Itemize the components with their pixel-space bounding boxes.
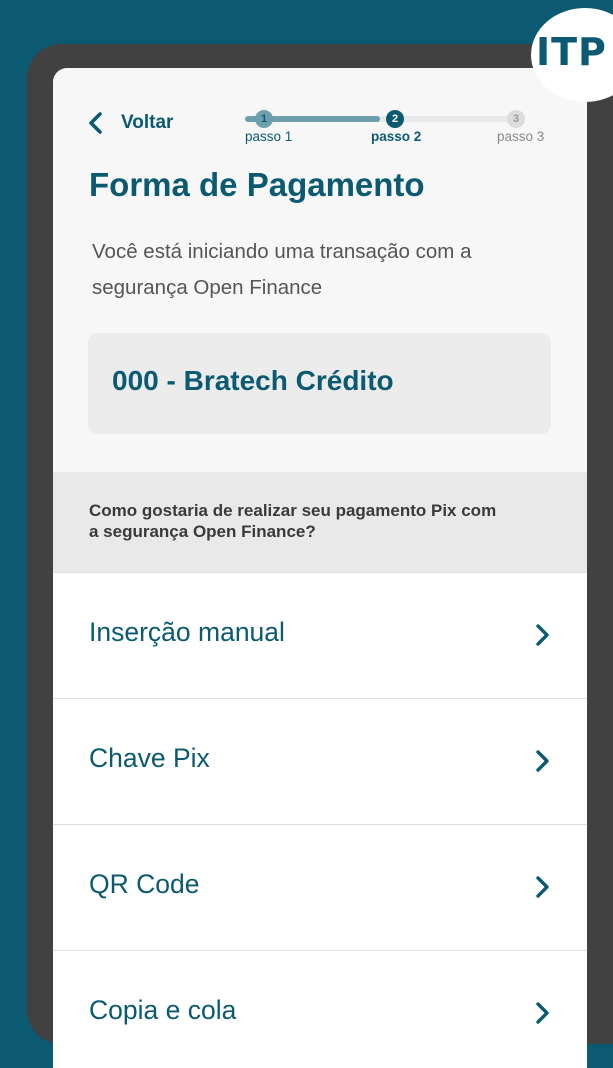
step-2-indicator: 2 <box>386 110 404 128</box>
itp-badge-text: ITP <box>536 30 607 74</box>
app-screen: Voltar 1 2 3 passo 1 passo 2 passo 3 For… <box>53 68 587 1068</box>
back-label: Voltar <box>121 112 174 133</box>
chevron-right-icon <box>536 750 549 772</box>
back-button[interactable]: Voltar <box>87 112 173 134</box>
payment-options-list: Inserção manual Chave Pix QR Code Copia … <box>53 572 587 1068</box>
chevron-right-icon <box>536 876 549 898</box>
progress-stepper: 1 2 3 passo 1 passo 2 passo 3 <box>233 106 563 150</box>
option-chave-pix[interactable]: Chave Pix <box>53 698 587 824</box>
bank-name: 000 - Bratech Crédito <box>112 365 394 396</box>
intro-text: Você está iniciando uma transação com a … <box>92 240 472 299</box>
step-3-label: passo 3 <box>497 129 545 144</box>
option-label: QR Code <box>89 869 200 899</box>
option-qr-code[interactable]: QR Code <box>53 824 587 950</box>
step-3-indicator: 3 <box>507 110 525 128</box>
option-label: Chave Pix <box>89 743 210 773</box>
bank-card: 000 - Bratech Crédito <box>88 333 551 434</box>
option-copia-e-cola[interactable]: Copia e cola <box>53 950 587 1068</box>
step-1-label: passo 1 <box>245 129 293 144</box>
chevron-left-icon <box>89 112 102 134</box>
step-2-label: passo 2 <box>371 129 422 144</box>
option-label: Copia e cola <box>89 995 237 1025</box>
chevron-right-icon <box>536 1002 549 1024</box>
step-1-indicator: 1 <box>255 110 273 128</box>
payment-question: Como gostaria de realizar seu pagamento … <box>89 501 497 541</box>
question-section: Como gostaria de realizar seu pagamento … <box>53 472 587 572</box>
chevron-right-icon <box>536 624 549 646</box>
option-label: Inserção manual <box>89 617 285 647</box>
page-title: Forma de Pagamento <box>89 166 425 203</box>
option-insercao-manual[interactable]: Inserção manual <box>53 572 587 698</box>
